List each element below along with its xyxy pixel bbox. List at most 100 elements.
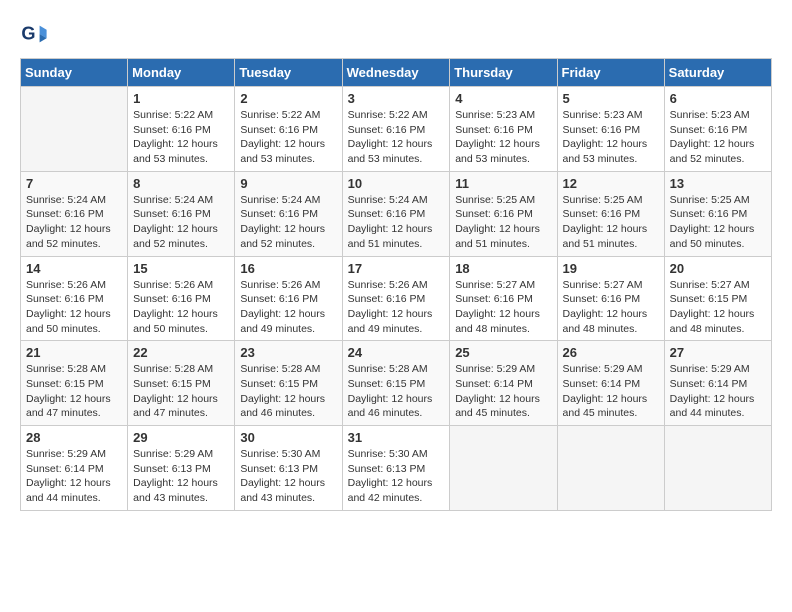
day-info: Sunrise: 5:25 AM Sunset: 6:16 PM Dayligh… xyxy=(455,193,551,252)
day-number: 2 xyxy=(240,91,336,106)
day-number: 21 xyxy=(26,345,122,360)
day-info: Sunrise: 5:27 AM Sunset: 6:16 PM Dayligh… xyxy=(563,278,659,337)
day-number: 3 xyxy=(348,91,445,106)
svg-text:G: G xyxy=(21,24,35,44)
day-number: 8 xyxy=(133,176,229,191)
day-number: 20 xyxy=(670,261,766,276)
page-header: G xyxy=(20,20,772,48)
calendar-cell: 25Sunrise: 5:29 AM Sunset: 6:14 PM Dayli… xyxy=(450,341,557,426)
calendar-cell: 14 Sunrise: 5:26 AM Sunset: 6:16 PM Dayli… xyxy=(21,256,128,341)
day-number: 10 xyxy=(348,176,445,191)
calendar-cell: 17 Sunrise: 5:26 AM Sunset: 6:16 PM Dayli… xyxy=(342,256,450,341)
calendar-cell: 24 Sunrise: 5:28 AM Sunset: 6:15 PM Dayli… xyxy=(342,341,450,426)
calendar-body: 1 Sunrise: 5:22 AM Sunset: 6:16 PM Daylig… xyxy=(21,87,772,511)
calendar-cell: 19 Sunrise: 5:27 AM Sunset: 6:16 PM Dayli… xyxy=(557,256,664,341)
day-number: 22 xyxy=(133,345,229,360)
day-info: Sunrise: 5:29 AM Sunset: 6:14 PM Dayligh… xyxy=(563,362,659,421)
day-number: 5 xyxy=(563,91,659,106)
day-number: 19 xyxy=(563,261,659,276)
day-number: 23 xyxy=(240,345,336,360)
day-info: Sunrise: 5:27 AM Sunset: 6:15 PM Dayligh… xyxy=(670,278,766,337)
day-info: Sunrise: 5:29 AM Sunset: 6:14 PM Dayligh… xyxy=(26,447,122,506)
day-info: Sunrise: 5:29 AM Sunset: 6:14 PM Dayligh… xyxy=(670,362,766,421)
day-info: Sunrise: 5:24 AM Sunset: 6:16 PM Dayligh… xyxy=(26,193,122,252)
calendar-cell: 29 Sunrise: 5:29 AM Sunset: 6:13 PM Dayli… xyxy=(128,426,235,511)
day-number: 29 xyxy=(133,430,229,445)
day-number: 18 xyxy=(455,261,551,276)
day-info: Sunrise: 5:29 AM Sunset: 6:13 PM Dayligh… xyxy=(133,447,229,506)
calendar-cell: 22 Sunrise: 5:28 AM Sunset: 6:15 PM Dayli… xyxy=(128,341,235,426)
calendar-cell: 26Sunrise: 5:29 AM Sunset: 6:14 PM Dayli… xyxy=(557,341,664,426)
day-number: 15 xyxy=(133,261,229,276)
calendar-cell xyxy=(450,426,557,511)
day-info: Sunrise: 5:26 AM Sunset: 6:16 PM Dayligh… xyxy=(26,278,122,337)
day-info: Sunrise: 5:24 AM Sunset: 6:16 PM Dayligh… xyxy=(133,193,229,252)
calendar-cell: 28 Sunrise: 5:29 AM Sunset: 6:14 PM Dayli… xyxy=(21,426,128,511)
calendar-cell: 16 Sunrise: 5:26 AM Sunset: 6:16 PM Dayli… xyxy=(235,256,342,341)
day-number: 7 xyxy=(26,176,122,191)
calendar-cell: 21 Sunrise: 5:28 AM Sunset: 6:15 PM Dayli… xyxy=(21,341,128,426)
calendar-table: SundayMondayTuesdayWednesdayThursdayFrid… xyxy=(20,58,772,511)
calendar-cell xyxy=(21,87,128,172)
day-info: Sunrise: 5:26 AM Sunset: 6:16 PM Dayligh… xyxy=(348,278,445,337)
logo-icon: G xyxy=(20,20,48,48)
day-info: Sunrise: 5:26 AM Sunset: 6:16 PM Dayligh… xyxy=(240,278,336,337)
calendar-week-row: 21 Sunrise: 5:28 AM Sunset: 6:15 PM Dayli… xyxy=(21,341,772,426)
day-number: 17 xyxy=(348,261,445,276)
day-info: Sunrise: 5:22 AM Sunset: 6:16 PM Dayligh… xyxy=(240,108,336,167)
calendar-cell: 10 Sunrise: 5:24 AM Sunset: 6:16 PM Dayli… xyxy=(342,171,450,256)
days-of-week-row: SundayMondayTuesdayWednesdayThursdayFrid… xyxy=(21,59,772,87)
day-number: 28 xyxy=(26,430,122,445)
day-info: Sunrise: 5:23 AM Sunset: 6:16 PM Dayligh… xyxy=(563,108,659,167)
calendar-week-row: 7 Sunrise: 5:24 AM Sunset: 6:16 PM Daylig… xyxy=(21,171,772,256)
day-number: 1 xyxy=(133,91,229,106)
day-info: Sunrise: 5:30 AM Sunset: 6:13 PM Dayligh… xyxy=(348,447,445,506)
day-number: 16 xyxy=(240,261,336,276)
day-info: Sunrise: 5:24 AM Sunset: 6:16 PM Dayligh… xyxy=(348,193,445,252)
day-info: Sunrise: 5:25 AM Sunset: 6:16 PM Dayligh… xyxy=(563,193,659,252)
day-number: 24 xyxy=(348,345,445,360)
calendar-cell: 7 Sunrise: 5:24 AM Sunset: 6:16 PM Daylig… xyxy=(21,171,128,256)
calendar-cell: 4Sunrise: 5:23 AM Sunset: 6:16 PM Daylig… xyxy=(450,87,557,172)
day-info: Sunrise: 5:22 AM Sunset: 6:16 PM Dayligh… xyxy=(133,108,229,167)
calendar-cell xyxy=(557,426,664,511)
day-of-week-header: Wednesday xyxy=(342,59,450,87)
calendar-cell: 27 Sunrise: 5:29 AM Sunset: 6:14 PM Dayli… xyxy=(664,341,771,426)
logo: G xyxy=(20,20,52,48)
day-info: Sunrise: 5:28 AM Sunset: 6:15 PM Dayligh… xyxy=(133,362,229,421)
calendar-cell: 12 Sunrise: 5:25 AM Sunset: 6:16 PM Dayli… xyxy=(557,171,664,256)
calendar-cell: 20 Sunrise: 5:27 AM Sunset: 6:15 PM Dayli… xyxy=(664,256,771,341)
calendar-cell: 30Sunrise: 5:30 AM Sunset: 6:13 PM Dayli… xyxy=(235,426,342,511)
calendar-cell: 15Sunrise: 5:26 AM Sunset: 6:16 PM Dayli… xyxy=(128,256,235,341)
day-of-week-header: Friday xyxy=(557,59,664,87)
calendar-cell: 5 Sunrise: 5:23 AM Sunset: 6:16 PM Daylig… xyxy=(557,87,664,172)
calendar-week-row: 1 Sunrise: 5:22 AM Sunset: 6:16 PM Daylig… xyxy=(21,87,772,172)
day-of-week-header: Thursday xyxy=(450,59,557,87)
calendar-week-row: 28 Sunrise: 5:29 AM Sunset: 6:14 PM Dayli… xyxy=(21,426,772,511)
calendar-cell xyxy=(664,426,771,511)
calendar-cell: 6Sunrise: 5:23 AM Sunset: 6:16 PM Daylig… xyxy=(664,87,771,172)
day-info: Sunrise: 5:29 AM Sunset: 6:14 PM Dayligh… xyxy=(455,362,551,421)
calendar-cell: 31 Sunrise: 5:30 AM Sunset: 6:13 PM Dayli… xyxy=(342,426,450,511)
day-info: Sunrise: 5:25 AM Sunset: 6:16 PM Dayligh… xyxy=(670,193,766,252)
day-info: Sunrise: 5:28 AM Sunset: 6:15 PM Dayligh… xyxy=(240,362,336,421)
day-number: 27 xyxy=(670,345,766,360)
day-number: 6 xyxy=(670,91,766,106)
day-of-week-header: Sunday xyxy=(21,59,128,87)
day-info: Sunrise: 5:24 AM Sunset: 6:16 PM Dayligh… xyxy=(240,193,336,252)
day-info: Sunrise: 5:27 AM Sunset: 6:16 PM Dayligh… xyxy=(455,278,551,337)
calendar-cell: 13Sunrise: 5:25 AM Sunset: 6:16 PM Dayli… xyxy=(664,171,771,256)
calendar-cell: 23 Sunrise: 5:28 AM Sunset: 6:15 PM Dayli… xyxy=(235,341,342,426)
day-of-week-header: Tuesday xyxy=(235,59,342,87)
calendar-cell: 8 Sunrise: 5:24 AM Sunset: 6:16 PM Daylig… xyxy=(128,171,235,256)
day-info: Sunrise: 5:28 AM Sunset: 6:15 PM Dayligh… xyxy=(26,362,122,421)
day-number: 31 xyxy=(348,430,445,445)
calendar-cell: 18 Sunrise: 5:27 AM Sunset: 6:16 PM Dayli… xyxy=(450,256,557,341)
day-info: Sunrise: 5:28 AM Sunset: 6:15 PM Dayligh… xyxy=(348,362,445,421)
calendar-cell: 3Sunrise: 5:22 AM Sunset: 6:16 PM Daylig… xyxy=(342,87,450,172)
day-of-week-header: Monday xyxy=(128,59,235,87)
day-info: Sunrise: 5:30 AM Sunset: 6:13 PM Dayligh… xyxy=(240,447,336,506)
day-number: 12 xyxy=(563,176,659,191)
calendar-cell: 9Sunrise: 5:24 AM Sunset: 6:16 PM Daylig… xyxy=(235,171,342,256)
day-number: 14 xyxy=(26,261,122,276)
